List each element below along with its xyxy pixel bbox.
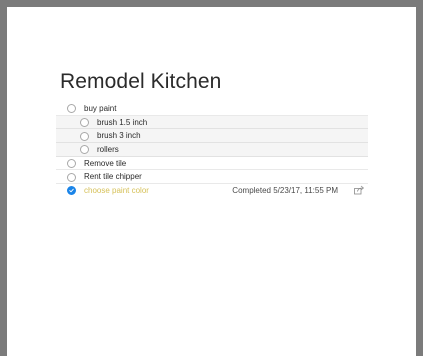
document-page: Remodel Kitchen buy paint brush 1.5 inch… <box>7 7 416 356</box>
item-label[interactable]: Remove tile <box>84 159 126 168</box>
reminder-list: buy paint brush 1.5 inch brush 3 inch ro… <box>56 102 368 197</box>
checkbox[interactable] <box>67 104 76 114</box>
item-label[interactable]: brush 3 inch <box>97 131 141 140</box>
item-label[interactable]: choose paint color <box>84 186 149 195</box>
completed-timestamp: Completed 5/23/17, 11:55 PM <box>232 186 338 196</box>
checkmark-icon <box>69 189 74 193</box>
item-label[interactable]: Rent tile chipper <box>84 172 142 181</box>
list-item[interactable]: buy paint <box>56 102 368 116</box>
checkbox[interactable] <box>67 172 76 182</box>
list-item[interactable]: brush 3 inch <box>56 129 368 144</box>
share-icon[interactable] <box>354 185 365 195</box>
list-title[interactable]: Remodel Kitchen <box>60 70 221 94</box>
list-item[interactable]: brush 1.5 inch <box>56 115 368 130</box>
checkbox[interactable] <box>80 117 89 127</box>
list-item[interactable]: rollers <box>56 143 368 157</box>
list-item[interactable]: Remove tile <box>56 157 368 171</box>
checkbox[interactable] <box>80 145 89 155</box>
item-label[interactable]: buy paint <box>84 104 116 113</box>
list-item[interactable]: Rent tile chipper <box>56 170 368 185</box>
checkbox-checked[interactable] <box>67 186 76 196</box>
list-item-completed[interactable]: choose paint color Completed 5/23/17, 11… <box>56 184 368 197</box>
checkbox[interactable] <box>67 158 76 168</box>
item-label[interactable]: brush 1.5 inch <box>97 118 147 127</box>
item-label[interactable]: rollers <box>97 145 119 154</box>
checkbox[interactable] <box>80 131 89 141</box>
